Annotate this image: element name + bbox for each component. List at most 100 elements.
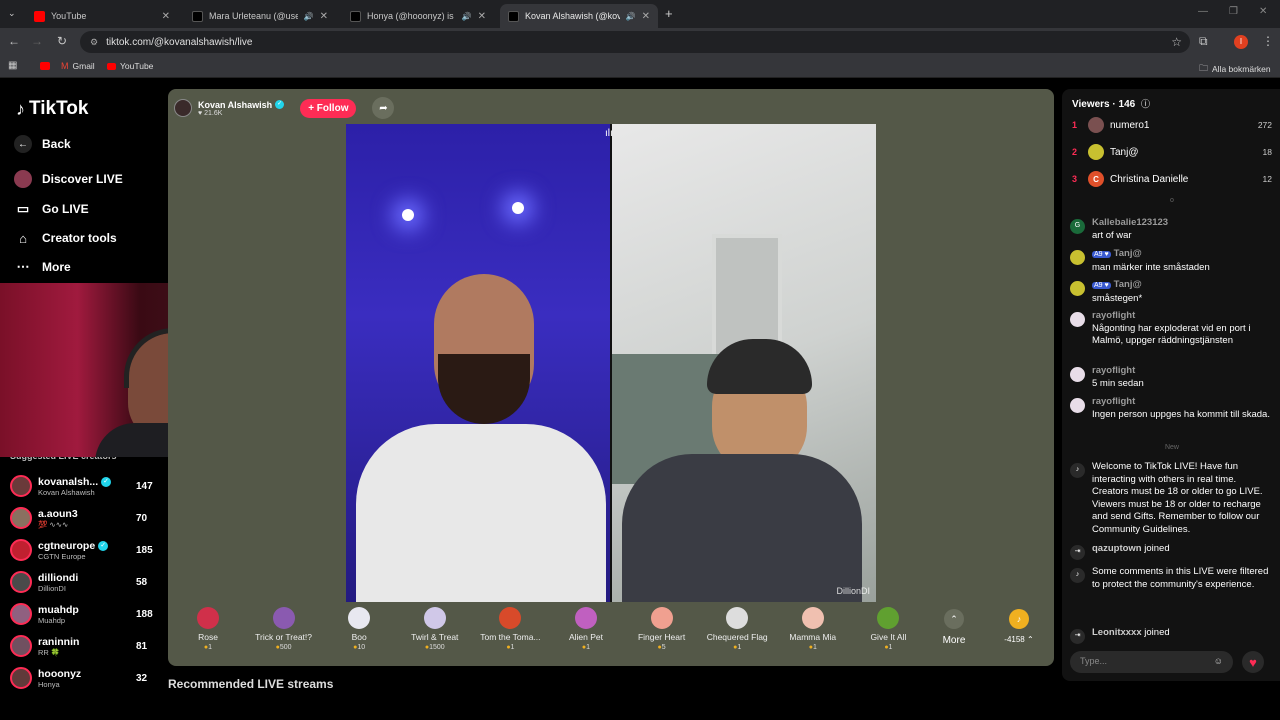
chat-avatar[interactable] <box>1070 312 1085 327</box>
tab-mara[interactable]: Mara Urleteanu (@user444 🔊 ✕ <box>184 4 336 28</box>
all-bookmarks[interactable]: 🗀 Alla bokmärken <box>1199 61 1271 77</box>
follow-button[interactable]: + Follow <box>300 98 357 118</box>
close-tab-icon[interactable]: ✕ <box>478 11 486 22</box>
join-user[interactable]: qazuptown <box>1092 543 1142 554</box>
youtube-bookmark-icon[interactable] <box>40 62 50 70</box>
reload-icon[interactable]: ↻ <box>54 34 70 48</box>
gift-item[interactable]: Finger Heart ●5 <box>627 607 697 651</box>
viewer-score: 12 <box>1262 174 1272 184</box>
chat-avatar[interactable] <box>1070 250 1085 265</box>
chat-avatar[interactable] <box>1070 367 1085 382</box>
nav-label: Creator tools <box>42 231 117 245</box>
close-window-icon[interactable]: ✕ <box>1259 6 1267 17</box>
tab-list-dropdown-icon[interactable]: ⌄ <box>8 8 16 19</box>
menu-kebab-icon[interactable]: ⋮ <box>1262 34 1274 48</box>
nav-go-live[interactable]: ▭ Go LIVE <box>14 200 89 218</box>
close-tab-icon[interactable]: ✕ <box>162 11 170 22</box>
suggested-creator[interactable]: kovanalsh... ✓ Kovan Alshawish 147 <box>10 475 153 497</box>
share-arrow-icon[interactable]: ➦ <box>372 97 395 119</box>
coin-balance[interactable]: ♪ -4158 ⌃ <box>998 609 1040 644</box>
gift-item[interactable]: Give It All ●1 <box>853 607 923 651</box>
live-video[interactable]: ılı DillionDI <box>346 124 876 602</box>
site-info-icon[interactable]: ⚙ <box>90 37 98 48</box>
restore-icon[interactable]: ❐ <box>1229 6 1238 17</box>
chat-username[interactable]: Tanj@ <box>1114 279 1142 290</box>
gift-item[interactable]: Chequered Flag ●1 <box>702 607 772 651</box>
new-tab-icon[interactable]: + <box>665 6 673 21</box>
comment-input[interactable]: Type... ☺ <box>1070 651 1233 673</box>
nav-more[interactable]: ⋯ More <box>14 258 71 276</box>
top-viewer[interactable]: 3 C Christina Danielle 12 <box>1072 171 1272 187</box>
suggested-creator[interactable]: raninnin RR 🍀 81 <box>10 635 150 657</box>
back-link[interactable]: ← Back <box>14 135 71 153</box>
tab-youtube[interactable]: YouTube ✕ <box>26 4 178 28</box>
fan-badge-icon: A9 ♥ <box>1092 251 1111 258</box>
gift-item[interactable]: Mamma Mia ●1 <box>778 607 848 651</box>
join-user[interactable]: Leonitxxxx <box>1092 627 1142 638</box>
chat-username[interactable]: rayoflight <box>1092 310 1135 321</box>
chat-avatar[interactable]: G <box>1070 219 1085 234</box>
tab-title: Honya (@hooonyz) is LIVE <box>367 11 456 21</box>
emoji-icon[interactable]: ☺ <box>1214 656 1223 668</box>
chat-username[interactable]: rayoflight <box>1092 365 1135 376</box>
chat-username[interactable]: rayoflight <box>1092 396 1135 407</box>
tab-title: Mara Urleteanu (@user444 <box>209 11 298 21</box>
creator-viewer-count: 147 <box>136 480 153 492</box>
minimize-icon[interactable]: — <box>1198 6 1208 17</box>
address-toolbar: ← → ↻ ⚙ tiktok.com/@kovanalshawish/live … <box>0 28 1280 56</box>
extensions-icon[interactable]: ⧉ <box>1199 34 1208 49</box>
speaker-icon[interactable]: 🔊 <box>626 12 636 21</box>
close-tab-icon[interactable]: ✕ <box>642 11 650 22</box>
chat-text: Ingen person uppges ha kommit till skada… <box>1092 408 1270 420</box>
gift-item[interactable]: Alien Pet ●1 <box>551 607 621 651</box>
bookmark-star-icon[interactable]: ☆ <box>1171 35 1182 49</box>
viewers-header[interactable]: Viewers · 146 ⓘ <box>1072 97 1150 110</box>
suggested-creator[interactable]: muahdp Muahdp 188 <box>10 603 153 625</box>
nav-creator-tools[interactable]: ⌂ Creator tools <box>14 229 117 247</box>
speaker-icon[interactable]: 🔊 <box>462 12 472 21</box>
like-heart-icon[interactable]: ♥ <box>1242 651 1264 673</box>
tab-kovan[interactable]: Kovan Alshawish (@kovana 🔊 ✕ <box>500 4 658 28</box>
nav-discover-live[interactable]: Discover LIVE <box>14 170 123 188</box>
home-icon: ⌂ <box>19 230 27 246</box>
creator-avatar <box>10 667 32 689</box>
chat-avatar[interactable] <box>1070 281 1085 296</box>
top-viewer[interactable]: 1 numero1 272 <box>1072 117 1272 133</box>
chat-avatar[interactable] <box>1070 398 1085 413</box>
verified-badge-icon: ✓ <box>101 476 112 487</box>
gift-item[interactable]: Boo ●10 <box>324 607 394 651</box>
apps-grid-icon[interactable]: ▦ <box>8 60 17 71</box>
profile-avatar[interactable]: I <box>1234 35 1248 49</box>
gift-item[interactable]: Tom the Toma... ●1 <box>475 607 545 651</box>
gift-item[interactable]: Trick or Treat!? ●500 <box>249 607 319 651</box>
top-viewer[interactable]: 2 Tanj@ 18 <box>1072 144 1272 160</box>
join-notice: ⇥ qazuptown joined <box>1070 543 1270 560</box>
viewer-rank: 2 <box>1072 147 1078 157</box>
nav-label: Discover LIVE <box>42 172 123 186</box>
viewer-avatar: C <box>1088 171 1104 187</box>
nav-label: More <box>42 260 71 274</box>
chat-username[interactable]: Tanj@ <box>1114 248 1142 259</box>
suggested-creator[interactable]: cgtneurope ✓ CGTN Europe 185 <box>10 539 153 561</box>
info-icon[interactable]: ⓘ <box>1141 99 1150 109</box>
join-text: joined <box>1144 543 1170 554</box>
streamer-avatar[interactable] <box>174 99 192 117</box>
back-arrow-icon[interactable]: ← <box>6 34 22 48</box>
gift-item[interactable]: Rose ●1 <box>173 607 243 651</box>
tiktok-logo[interactable]: ♪ TikTok <box>16 98 88 120</box>
gift-more[interactable]: ⌃ More <box>934 609 974 646</box>
suggested-creator[interactable]: dilliondi DillionDI 58 <box>10 571 150 593</box>
suggested-creator[interactable]: a.aoun3 💯 ∿∿∿ 70 <box>10 507 150 529</box>
suggested-creator[interactable]: hooonyz Honya 32 <box>10 667 150 689</box>
live-stream-panel: Kovan Alshawish ✓ ♥ 21.6K + Follow ➦ ılı… <box>168 89 1054 666</box>
gift-item[interactable]: Twirl & Treat ●1500 <box>400 607 470 651</box>
bookmark-gmail[interactable]: M Gmail <box>61 61 95 71</box>
chat-username[interactable]: Kallebalie123123 <box>1092 217 1168 228</box>
streamer-name[interactable]: Kovan Alshawish <box>198 100 272 110</box>
bookmark-youtube[interactable]: YouTube <box>107 61 153 71</box>
close-tab-icon[interactable]: ✕ <box>320 11 328 22</box>
tab-honya[interactable]: Honya (@hooonyz) is LIVE 🔊 ✕ <box>342 4 494 28</box>
speaker-icon[interactable]: 🔊 <box>304 12 314 21</box>
url-bar[interactable]: ⚙ tiktok.com/@kovanalshawish/live ☆ <box>80 31 1190 53</box>
forward-arrow-icon[interactable]: → <box>29 34 45 48</box>
